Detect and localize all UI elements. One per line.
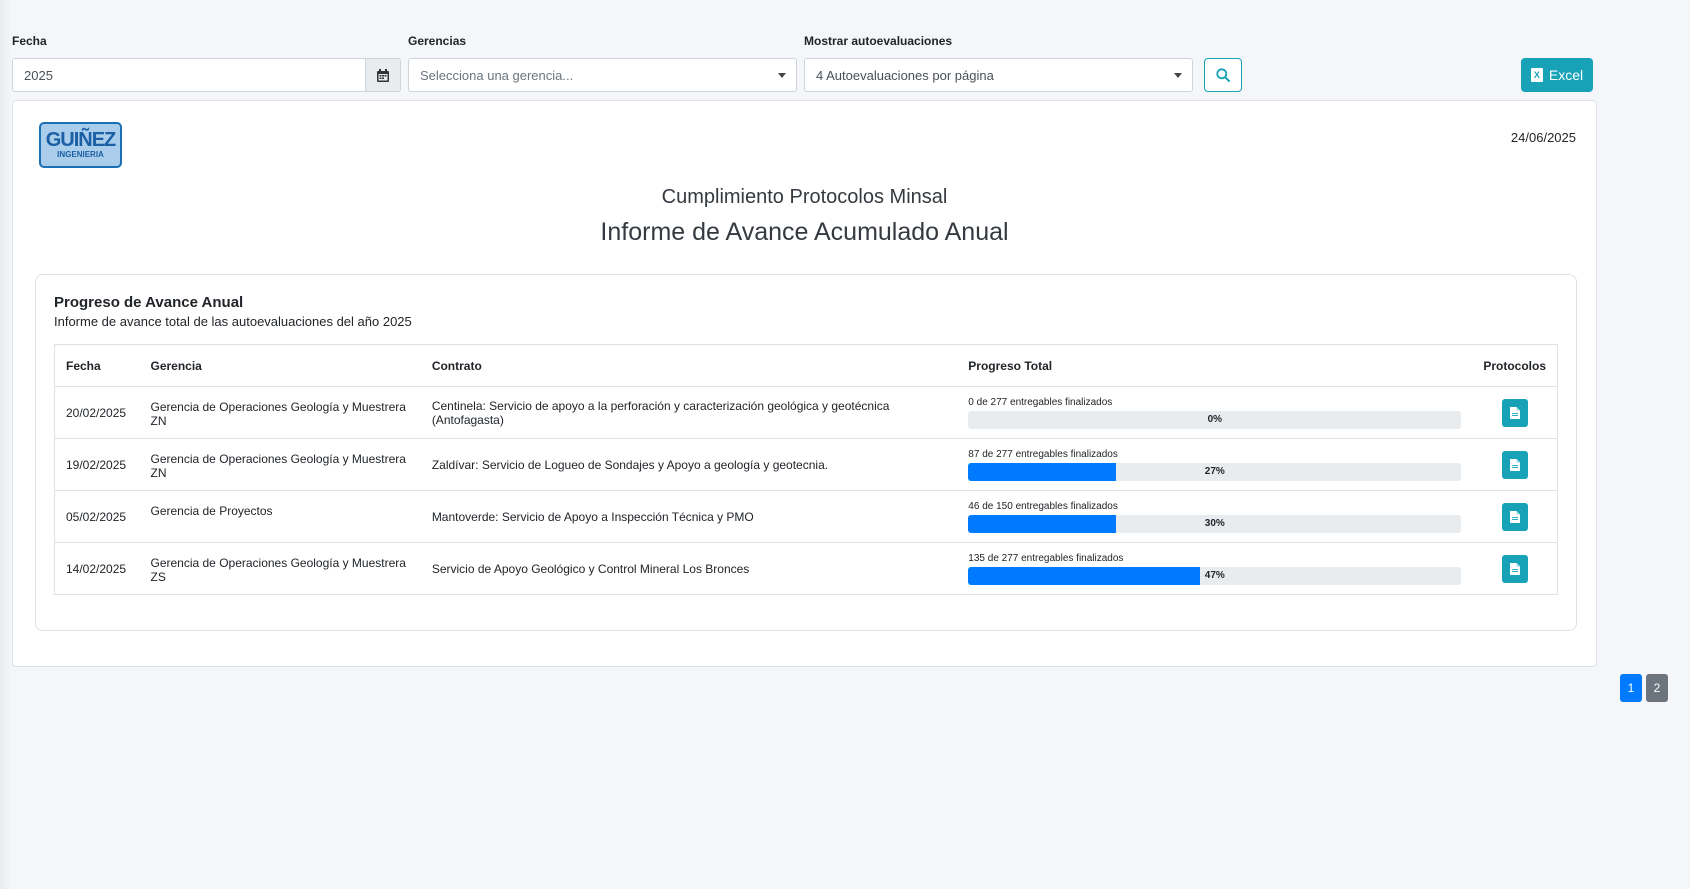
cell-fecha: 20/02/2025 (54, 386, 140, 439)
document-icon (1509, 510, 1520, 523)
cell-gerencia: Gerencia de Operaciones Geología y Muest… (139, 438, 421, 491)
report-panel: GUIÑEZ INGENIERIA 24/06/2025 Cumplimient… (12, 100, 1597, 667)
progress-text: 0 de 277 entregables finalizados (968, 396, 1113, 408)
logo-text-sub: INGENIERIA (57, 150, 104, 159)
excel-file-icon: X (1530, 68, 1543, 82)
excel-export-button[interactable]: X Excel (1521, 58, 1593, 92)
cell-protocolos (1472, 490, 1558, 543)
document-icon (1509, 406, 1520, 419)
table-header-row: Fecha Gerencia Contrato Progreso Total P… (54, 344, 1558, 387)
mostrar-value: 4 Autoevaluaciones por página (816, 67, 994, 83)
col-header-fecha: Fecha (54, 344, 140, 387)
col-header-protocolos: Protocolos (1472, 344, 1558, 387)
cell-protocolos (1472, 438, 1558, 491)
cell-protocolos (1472, 386, 1558, 439)
chevron-down-icon (778, 72, 786, 78)
progress-table: Fecha Gerencia Contrato Progreso Total P… (54, 344, 1558, 595)
cell-gerencia: Gerencia de Operaciones Geología y Muest… (139, 542, 421, 595)
card-description: Informe de avance total de las autoevalu… (54, 314, 412, 329)
calendar-button[interactable] (365, 59, 400, 91)
cell-contrato: Centinela: Servicio de apoyo a la perfor… (420, 386, 958, 439)
progress-percent: 47% (1204, 569, 1225, 581)
cell-fecha: 05/02/2025 (54, 490, 140, 543)
protocol-document-button[interactable] (1501, 450, 1528, 479)
excel-label: Excel (1548, 67, 1584, 83)
progress-text: 135 de 277 entregables finalizados (968, 552, 1124, 564)
fecha-input[interactable]: 2025 (12, 58, 401, 92)
gerencias-label: Gerencias (408, 34, 467, 48)
chevron-down-icon (1174, 72, 1182, 78)
filter-bar: Fecha 2025 Gerencias Selecciona una gere… (0, 0, 1690, 100)
mostrar-select[interactable]: 4 Autoevaluaciones por página (804, 58, 1193, 92)
cell-protocolos (1472, 542, 1558, 595)
col-header-contrato: Contrato (420, 344, 958, 387)
cell-contrato: Servicio de Apoyo Geológico y Control Mi… (420, 542, 958, 595)
protocol-document-button[interactable] (1501, 502, 1528, 531)
col-header-gerencia: Gerencia (139, 344, 421, 387)
col-header-progreso: Progreso Total (957, 344, 1473, 387)
logo-text-main: GUIÑEZ (45, 129, 117, 151)
report-date: 24/06/2025 (1510, 130, 1576, 145)
card-title: Progreso de Avance Anual (54, 294, 244, 311)
report-title: Informe de Avance Acumulado Anual (600, 218, 1009, 246)
progress-bar: 30% (968, 514, 1462, 533)
progress-percent: 30% (1204, 517, 1225, 529)
protocol-document-button[interactable] (1501, 554, 1528, 583)
search-button[interactable] (1204, 58, 1242, 92)
progress-text: 46 de 150 entregables finalizados (968, 500, 1118, 512)
company-logo: GUIÑEZ INGENIERIA (39, 122, 122, 168)
progress-bar: 27% (968, 462, 1462, 481)
table-row: 14/02/2025 Gerencia de Operaciones Geolo… (54, 542, 1558, 595)
progress-percent: 0% (1207, 413, 1223, 425)
cell-gerencia: Gerencia de Operaciones Geología y Muest… (139, 386, 421, 439)
document-icon (1509, 562, 1520, 575)
cell-progreso: 87 de 277 entregables finalizados 27% (957, 438, 1473, 491)
page-button-2[interactable]: 2 (1646, 674, 1668, 702)
progress-card: Progreso de Avance Anual Informe de avan… (35, 274, 1577, 631)
gerencias-placeholder: Selecciona una gerencia... (420, 67, 574, 83)
fecha-label: Fecha (12, 34, 47, 48)
cell-fecha: 14/02/2025 (54, 542, 140, 595)
left-edge-shade (0, 0, 12, 889)
page-button-1[interactable]: 1 (1620, 674, 1642, 702)
cell-progreso: 135 de 277 entregables finalizados 47% (957, 542, 1473, 595)
cell-contrato: Zaldívar: Servicio de Logueo de Sondajes… (420, 438, 958, 491)
gerencias-select[interactable]: Selecciona una gerencia... (408, 58, 797, 92)
cell-progreso: 0 de 277 entregables finalizados 0% (957, 386, 1473, 439)
pagination: 1 2 (1620, 674, 1668, 702)
protocol-document-button[interactable] (1501, 398, 1528, 427)
cell-contrato: Mantoverde: Servicio de Apoyo a Inspecci… (420, 490, 958, 543)
progress-percent: 27% (1204, 465, 1225, 477)
calendar-icon (377, 68, 389, 82)
fecha-value: 2025 (24, 67, 53, 83)
cell-fecha: 19/02/2025 (54, 438, 140, 491)
progress-text: 87 de 277 entregables finalizados (968, 448, 1118, 460)
table-row: 19/02/2025 Gerencia de Operaciones Geolo… (54, 438, 1558, 491)
table-row: 05/02/2025 Gerencia de Proyectos Mantove… (54, 490, 1558, 543)
table-row: 20/02/2025 Gerencia de Operaciones Geolo… (54, 386, 1558, 439)
document-icon (1509, 458, 1520, 471)
report-subtitle: Cumplimiento Protocolos Minsal (661, 186, 948, 208)
cell-gerencia: Gerencia de Proyectos (139, 490, 421, 543)
mostrar-label: Mostrar autoevaluaciones (804, 34, 953, 48)
cell-progreso: 46 de 150 entregables finalizados 30% (957, 490, 1473, 543)
progress-bar: 0% (968, 410, 1462, 429)
progress-bar: 47% (968, 566, 1462, 585)
search-icon (1216, 68, 1230, 82)
